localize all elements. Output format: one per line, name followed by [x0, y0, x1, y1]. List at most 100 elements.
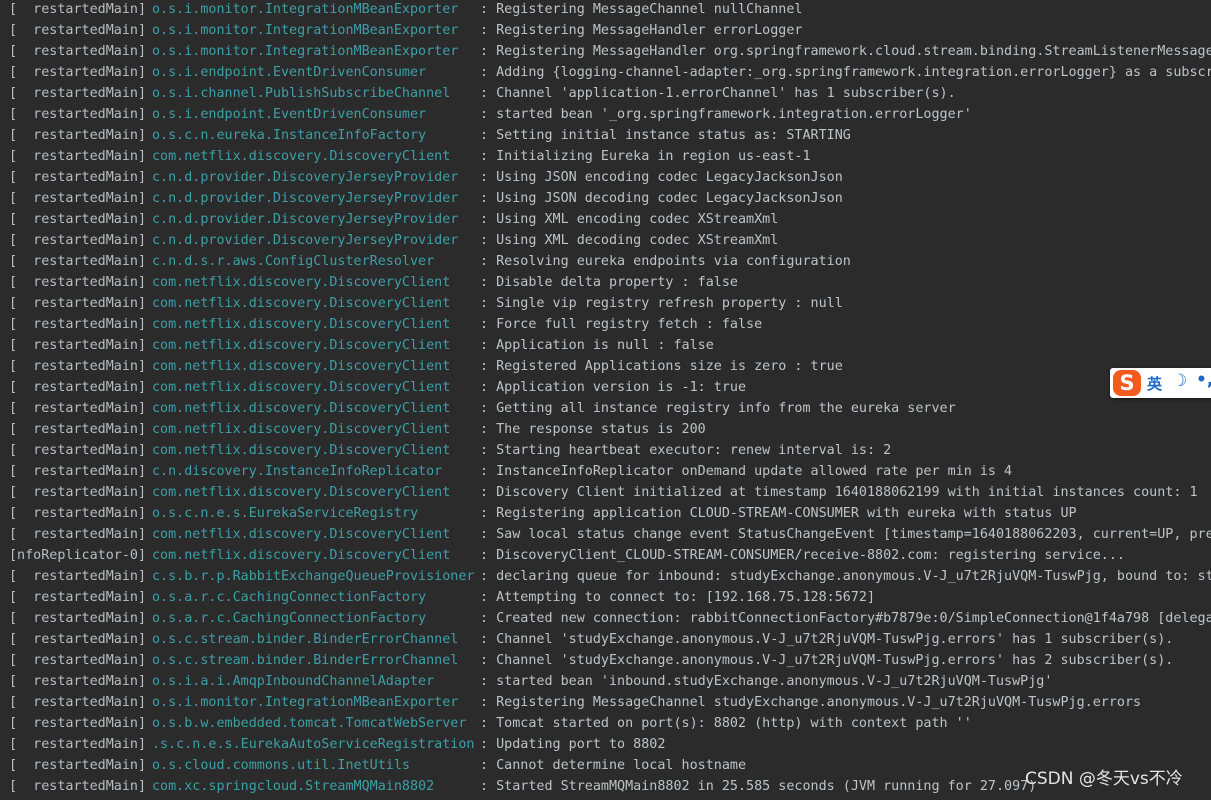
log-thread: [ restartedMain]: [9, 128, 147, 143]
log-logger: o.s.i.channel.PublishSubscribeChannel: [152, 86, 451, 101]
log-thread: [ restartedMain]: [9, 233, 147, 248]
log-message: : Channel 'studyExchange.anonymous.V-J_u…: [480, 653, 1174, 668]
log-message: : Cannot determine local hostname: [480, 758, 747, 773]
log-thread: [ restartedMain]: [9, 170, 147, 185]
log-logger: com.netflix.discovery.DiscoveryClient: [152, 380, 451, 395]
log-message: : Started StreamMQMain8802 in 25.585 sec…: [480, 779, 1037, 794]
log-logger: .s.c.n.e.s.EurekaAutoServiceRegistration: [152, 737, 475, 752]
log-message: : DiscoveryClient_CLOUD-STREAM-CONSUMER/…: [480, 548, 1125, 563]
log-logger: com.netflix.discovery.DiscoveryClient: [152, 317, 451, 332]
log-thread: [ restartedMain]: [9, 401, 147, 416]
log-message: : Discovery Client initialized at timest…: [480, 485, 1198, 500]
log-message: : Using XML decoding codec XStreamXml: [480, 233, 779, 248]
log-message: : Channel 'studyExchange.anonymous.V-J_u…: [480, 632, 1174, 647]
log-thread: [ restartedMain]: [9, 338, 147, 353]
log-thread: [ restartedMain]: [9, 212, 147, 227]
log-thread: [ restartedMain]: [9, 317, 147, 332]
log-logger: com.netflix.discovery.DiscoveryClient: [152, 359, 451, 374]
log-message: : Registering MessageHandler org.springf…: [480, 44, 1211, 59]
log-logger: o.s.c.stream.binder.BinderErrorChannel: [152, 632, 459, 647]
log-message: : Channel 'application-1.errorChannel' h…: [480, 86, 956, 101]
log-logger: o.s.i.monitor.IntegrationMBeanExporter: [152, 44, 459, 59]
log-thread: [ restartedMain]: [9, 716, 147, 731]
log-logger: com.netflix.discovery.DiscoveryClient: [152, 527, 451, 542]
log-thread: [ restartedMain]: [9, 380, 147, 395]
log-message: : Disable delta property : false: [480, 275, 738, 290]
log-logger: com.netflix.discovery.DiscoveryClient: [152, 296, 451, 311]
log-thread: [ restartedMain]: [9, 149, 147, 164]
log-message: : Application is null : false: [480, 338, 714, 353]
log-message: : Setting initial instance status as: ST…: [480, 128, 851, 143]
log-message: : Registering MessageHandler errorLogger: [480, 23, 803, 38]
log-logger: o.s.i.monitor.IntegrationMBeanExporter: [152, 23, 459, 38]
log-thread: [ restartedMain]: [9, 464, 147, 479]
log-thread: [ restartedMain]: [9, 443, 147, 458]
log-thread: [ restartedMain]: [9, 296, 147, 311]
log-logger: com.netflix.discovery.DiscoveryClient: [152, 338, 451, 353]
sogou-logo-icon[interactable]: S: [1113, 370, 1141, 396]
log-message: : Using JSON encoding codec LegacyJackso…: [480, 170, 843, 185]
log-thread: [ restartedMain]: [9, 653, 147, 668]
log-thread: [ restartedMain]: [9, 107, 147, 122]
log-thread: [ restartedMain]: [9, 632, 147, 647]
log-thread: [ restartedMain]: [9, 86, 147, 101]
log-message: : Using JSON decoding codec LegacyJackso…: [480, 191, 843, 206]
log-logger: c.s.b.r.p.RabbitExchangeQueueProvisioner: [152, 569, 475, 584]
log-thread: [ restartedMain]: [9, 674, 147, 689]
log-thread: [ restartedMain]: [9, 758, 147, 773]
log-logger: o.s.i.monitor.IntegrationMBeanExporter: [152, 2, 459, 17]
log-thread: [ restartedMain]: [9, 611, 147, 626]
log-thread: [ restartedMain]: [9, 695, 147, 710]
log-message: : Getting all instance registry info fro…: [480, 401, 956, 416]
log-logger: o.s.a.r.c.CachingConnectionFactory: [152, 590, 427, 605]
log-thread: [ restartedMain]: [9, 44, 147, 59]
log-message: : Starting heartbeat executor: renew int…: [480, 443, 892, 458]
ime-language-toggle[interactable]: 英: [1147, 373, 1162, 394]
moon-icon[interactable]: ☽: [1172, 371, 1187, 391]
log-thread: [ restartedMain]: [9, 422, 147, 437]
punctuation-icon[interactable]: •,: [1196, 370, 1211, 390]
log-message: : Created new connection: rabbitConnecti…: [480, 611, 1211, 626]
log-thread: [ restartedMain]: [9, 275, 147, 290]
log-logger: com.netflix.discovery.DiscoveryClient: [152, 548, 451, 563]
log-thread: [ restartedMain]: [9, 527, 147, 542]
log-logger: o.s.c.n.e.s.EurekaServiceRegistry: [152, 506, 419, 521]
log-thread: [ restartedMain]: [9, 485, 147, 500]
log-logger: com.netflix.discovery.DiscoveryClient: [152, 401, 451, 416]
log-message: : Resolving eureka endpoints via configu…: [480, 254, 851, 269]
log-logger: o.s.b.w.embedded.tomcat.TomcatWebServer: [152, 716, 467, 731]
console-output[interactable]: [ restartedMain] o.s.i.monitor.Integratio…: [0, 0, 1211, 800]
log-thread: [nfoReplicator-0]: [9, 548, 147, 563]
log-message: : Registering MessageChannel nullChannel: [480, 2, 803, 17]
log-message: : InstanceInfoReplicator onDemand update…: [480, 464, 1013, 479]
log-message: : Application version is -1: true: [480, 380, 747, 395]
log-logger: o.s.cloud.commons.util.InetUtils: [152, 758, 410, 773]
log-message: : Registered Applications size is zero :…: [480, 359, 843, 374]
log-thread: [ restartedMain]: [9, 506, 147, 521]
ime-toolbar[interactable]: S 英 ☽ •,: [1110, 368, 1211, 398]
log-logger: o.s.a.r.c.CachingConnectionFactory: [152, 611, 427, 626]
log-message: : Updating port to 8802: [480, 737, 666, 752]
log-message: : Tomcat started on port(s): 8802 (http)…: [480, 716, 972, 731]
log-thread: [ restartedMain]: [9, 569, 147, 584]
log-logger: c.n.d.provider.DiscoveryJerseyProvider: [152, 212, 459, 227]
log-message: : Attempting to connect to: [192.168.75.…: [480, 590, 876, 605]
log-logger: o.s.c.stream.binder.BinderErrorChannel: [152, 653, 459, 668]
log-thread: [ restartedMain]: [9, 2, 147, 17]
log-thread: [ restartedMain]: [9, 23, 147, 38]
log-thread: [ restartedMain]: [9, 737, 147, 752]
log-logger: c.n.discovery.InstanceInfoReplicator: [152, 464, 443, 479]
log-logger: c.n.d.provider.DiscoveryJerseyProvider: [152, 191, 459, 206]
log-logger: com.netflix.discovery.DiscoveryClient: [152, 422, 451, 437]
log-thread: [ restartedMain]: [9, 254, 147, 269]
log-message: : The response status is 200: [480, 422, 706, 437]
log-logger: com.xc.springcloud.StreamMQMain8802: [152, 779, 435, 794]
log-logger: com.netflix.discovery.DiscoveryClient: [152, 149, 451, 164]
log-message: : Force full registry fetch : false: [480, 317, 763, 332]
log-message: : Single vip registry refresh property :…: [480, 296, 843, 311]
log-message: : Initializing Eureka in region us-east-…: [480, 149, 811, 164]
log-logger: com.netflix.discovery.DiscoveryClient: [152, 275, 451, 290]
watermark: CSDN @冬天vs不冷: [1025, 769, 1183, 789]
log-message: : Adding {logging-channel-adapter:_org.s…: [480, 65, 1211, 80]
log-logger: o.s.i.endpoint.EventDrivenConsumer: [152, 65, 427, 80]
